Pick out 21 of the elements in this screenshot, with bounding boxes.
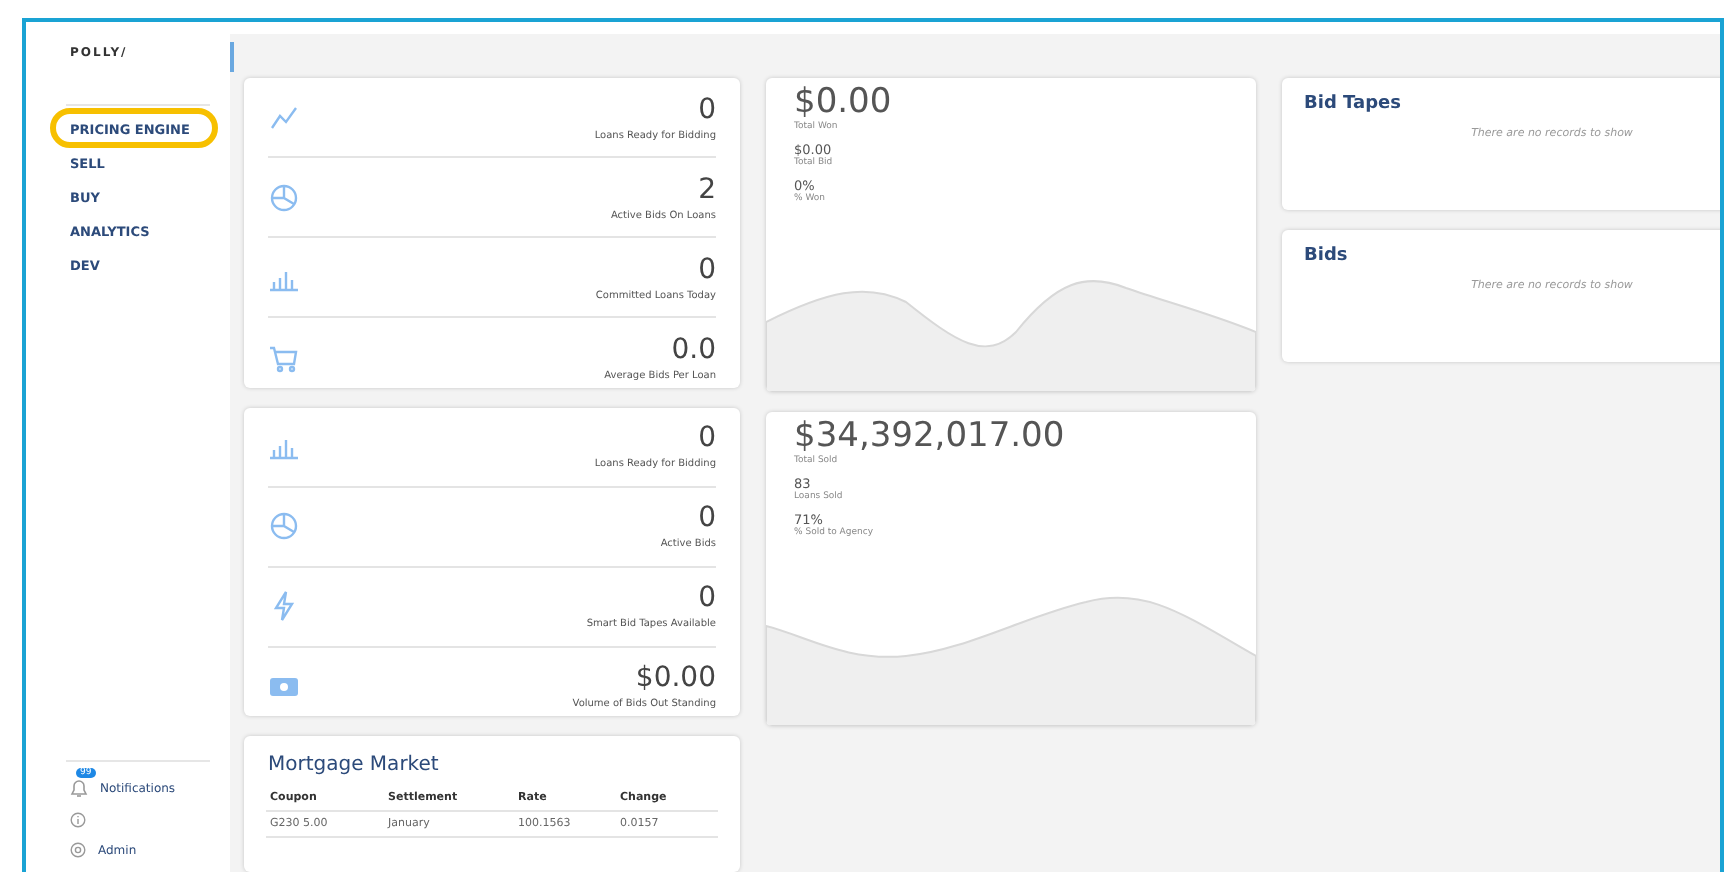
stat-value: 0	[698, 93, 716, 125]
bell-icon[interactable]	[70, 778, 88, 798]
summary-value: $34,392,017.00	[794, 416, 1067, 456]
panel-title: Bid Tapes	[1302, 92, 1403, 114]
pie-chart-icon	[268, 181, 300, 213]
cart-icon	[268, 341, 300, 373]
info-icon[interactable]	[70, 812, 86, 828]
stat-value: 0	[698, 502, 716, 534]
scroll-indicator	[230, 42, 234, 72]
stat-value: 0	[698, 253, 716, 285]
lightning-icon	[268, 590, 300, 622]
summary-value: $0.00	[794, 82, 894, 122]
stat-value: $0.00	[635, 662, 716, 694]
stat-value: 2	[698, 173, 716, 205]
card-title: Mortgage Market	[266, 752, 441, 780]
stat-value: 0.0	[671, 333, 716, 365]
stat-value: 0	[698, 582, 716, 614]
settings-icon[interactable]	[70, 842, 86, 858]
pie-chart-icon	[268, 510, 300, 542]
stat-value: 0	[698, 422, 716, 454]
panel-title: Bids	[1302, 244, 1350, 266]
